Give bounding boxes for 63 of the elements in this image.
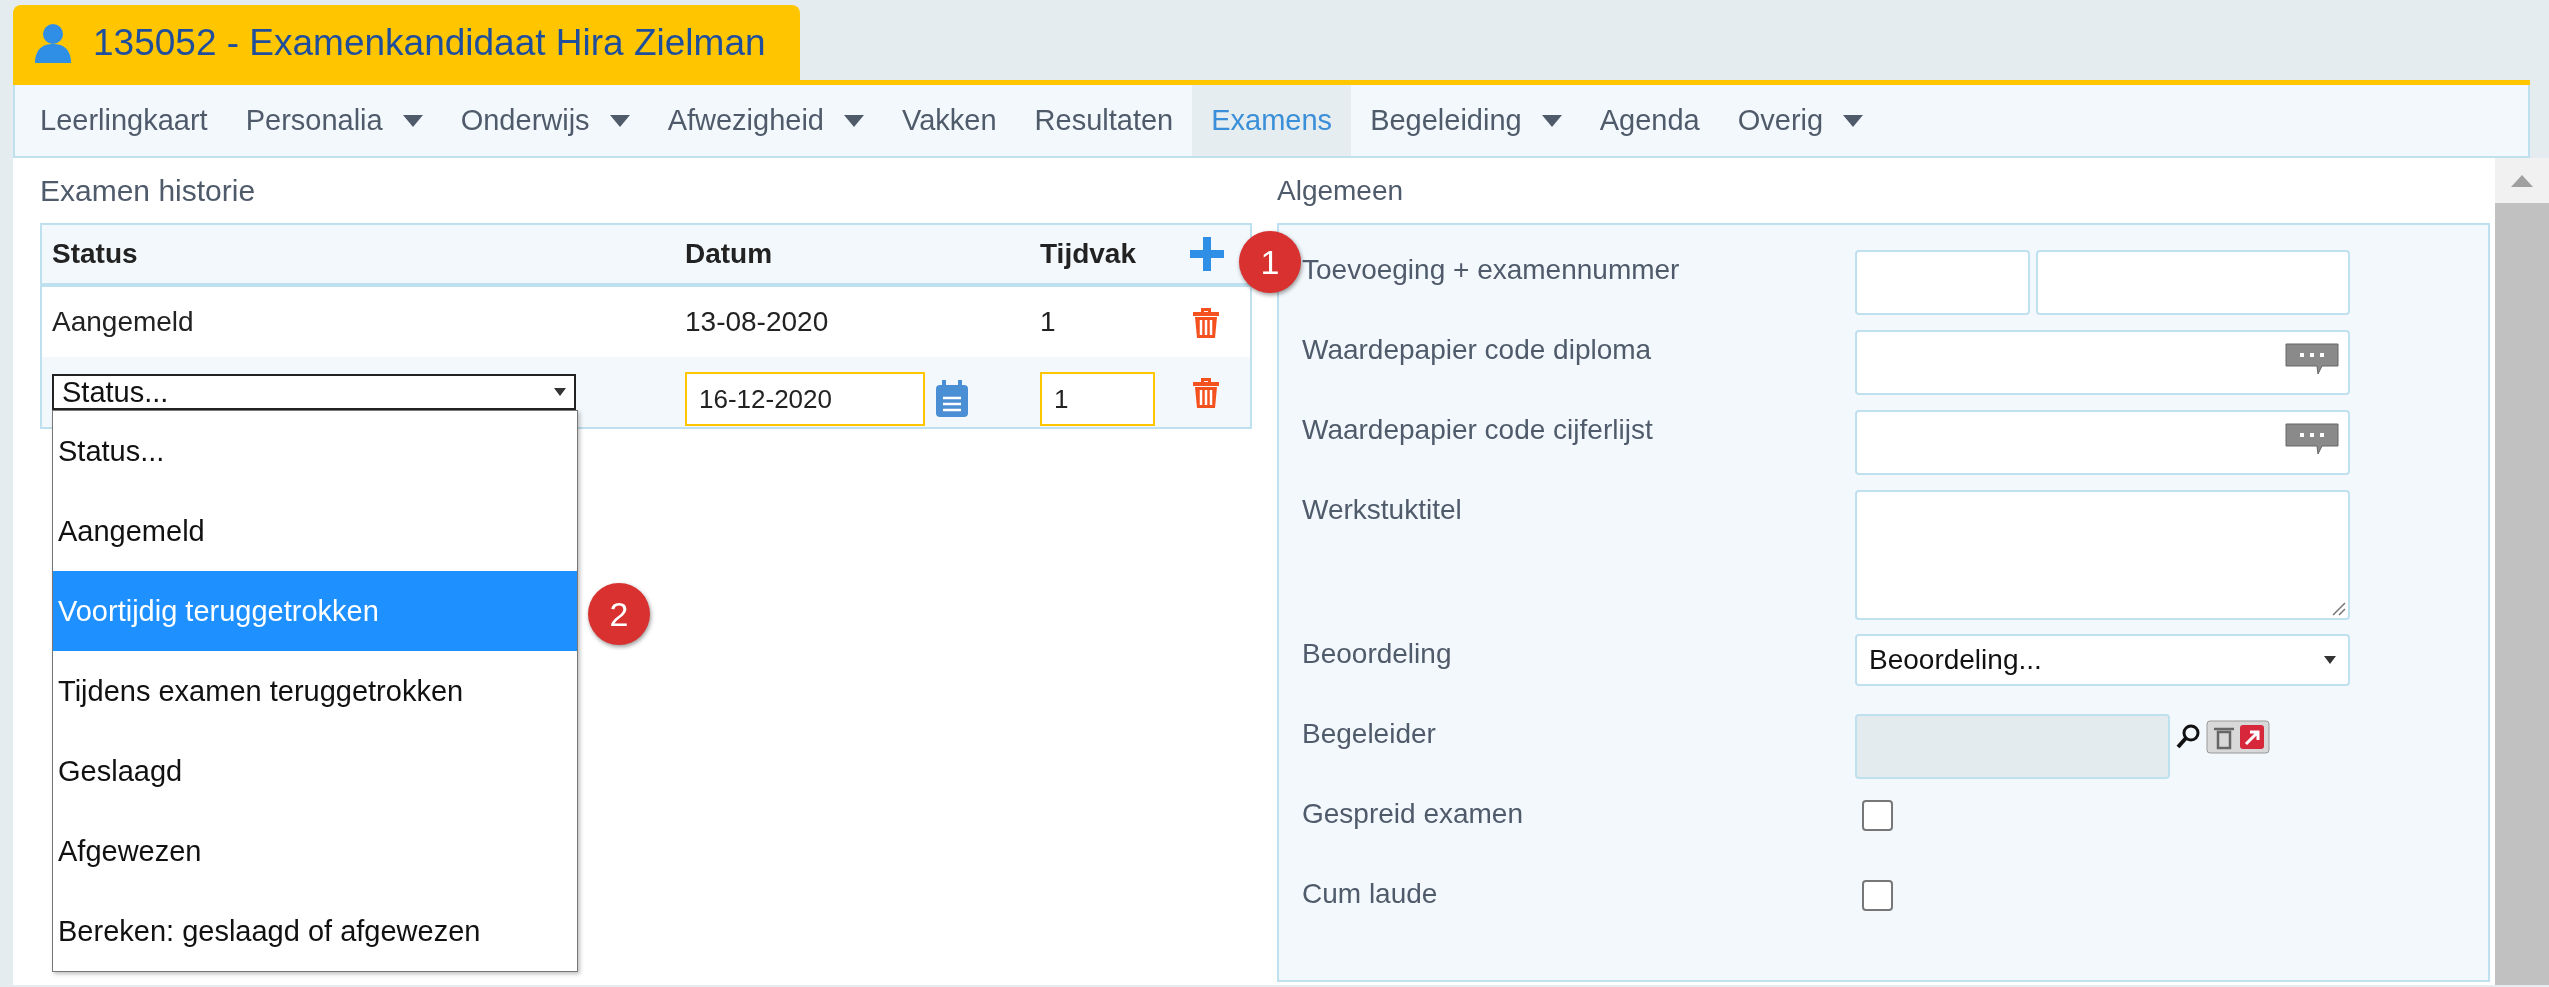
caret-icon — [609, 114, 630, 127]
field-label: Werkstuktitel — [1302, 493, 1463, 526]
column-header: Status — [52, 238, 139, 270]
nav-tab[interactable]: Begeleiding — [1351, 85, 1581, 156]
dropdown-option[interactable]: Aangemeld — [53, 491, 577, 571]
caret-icon — [402, 114, 423, 127]
checkbox[interactable] — [1862, 880, 1893, 911]
field-label: Beoordeling — [1302, 637, 1453, 670]
resize-handle-icon — [2332, 602, 2346, 616]
text-field[interactable] — [1855, 250, 2030, 315]
delete-icon[interactable] — [1190, 305, 1222, 339]
field-label: Waardepapier code cijferlijst — [1302, 413, 1654, 446]
field-label: Begeleider — [1302, 717, 1437, 750]
caret-icon — [1541, 114, 1562, 127]
section-title: Algemeen — [1277, 173, 1405, 208]
person-icon — [35, 22, 71, 63]
column-header: Datum — [685, 238, 774, 270]
period-field[interactable]: 1 — [1040, 372, 1155, 426]
clear-icon[interactable] — [2206, 720, 2270, 754]
nav-tab[interactable]: Resultaten — [1015, 85, 1193, 156]
calendar-icon[interactable] — [935, 380, 969, 418]
callout-badge: 2 — [588, 583, 650, 645]
caret-icon — [2324, 656, 2336, 664]
dropdown-option[interactable]: Status... — [53, 411, 577, 491]
scroll-up-icon[interactable] — [2511, 174, 2533, 187]
text-field[interactable] — [1855, 330, 2350, 395]
nav-tab[interactable]: Onderwijs — [441, 85, 649, 156]
field-label: Gespreid examen — [1302, 797, 1524, 830]
field-label: Toevoeging + examennummer — [1302, 253, 1681, 286]
scrollbar[interactable] — [2495, 158, 2549, 985]
text-field[interactable] — [2036, 250, 2350, 315]
table-cell-text: 13-08-2020 — [685, 306, 830, 338]
nav-tab[interactable]: Leerlingkaart — [21, 85, 227, 156]
nav-tab[interactable]: Afwezigheid — [648, 85, 883, 156]
status-dropdown[interactable]: Status... — [52, 374, 576, 410]
nav-tab[interactable]: Personalia — [226, 85, 442, 156]
nav-tab[interactable]: Vakken — [883, 85, 1016, 156]
text-field[interactable] — [1855, 410, 2350, 475]
dropdown-option[interactable]: Afgewezen — [53, 811, 577, 891]
select-field[interactable]: Beoordeling... — [1855, 634, 2350, 686]
section-title: Examen historie — [40, 172, 257, 209]
speech-bubble-icon[interactable] — [2284, 422, 2340, 456]
dropdown-option[interactable]: Tijdens examen teruggetrokken — [53, 651, 577, 731]
caret-icon — [554, 388, 566, 396]
caret-icon — [844, 114, 864, 127]
field-label: Waardepapier code diploma — [1302, 333, 1653, 366]
date-field[interactable]: 16-12-2020 — [685, 372, 925, 426]
column-header: Tijdvak — [1040, 238, 1137, 270]
delete-icon[interactable] — [1190, 375, 1222, 409]
table-cell-text: 1 — [1040, 306, 1057, 338]
table-cell-text: Aangemeld — [52, 306, 195, 338]
field-label: Cum laude — [1302, 877, 1439, 910]
add-icon[interactable] — [1190, 237, 1224, 271]
speech-bubble-icon[interactable] — [2284, 342, 2340, 376]
nav-tab[interactable]: Overig — [1718, 85, 1883, 156]
dropdown-option[interactable]: Geslaagd — [53, 731, 577, 811]
nav-tab[interactable]: Agenda — [1580, 85, 1719, 156]
dropdown-option[interactable]: Voortijdig teruggetrokken — [53, 571, 577, 651]
caret-icon — [1843, 114, 1864, 127]
dropdown-option[interactable]: Bereken: geslaagd of afgewezen — [53, 891, 577, 971]
checkbox[interactable] — [1862, 800, 1893, 831]
page-title: 135052 - Examenkandidaat Hira Zielman — [93, 21, 766, 64]
search-icon[interactable] — [2176, 724, 2200, 750]
